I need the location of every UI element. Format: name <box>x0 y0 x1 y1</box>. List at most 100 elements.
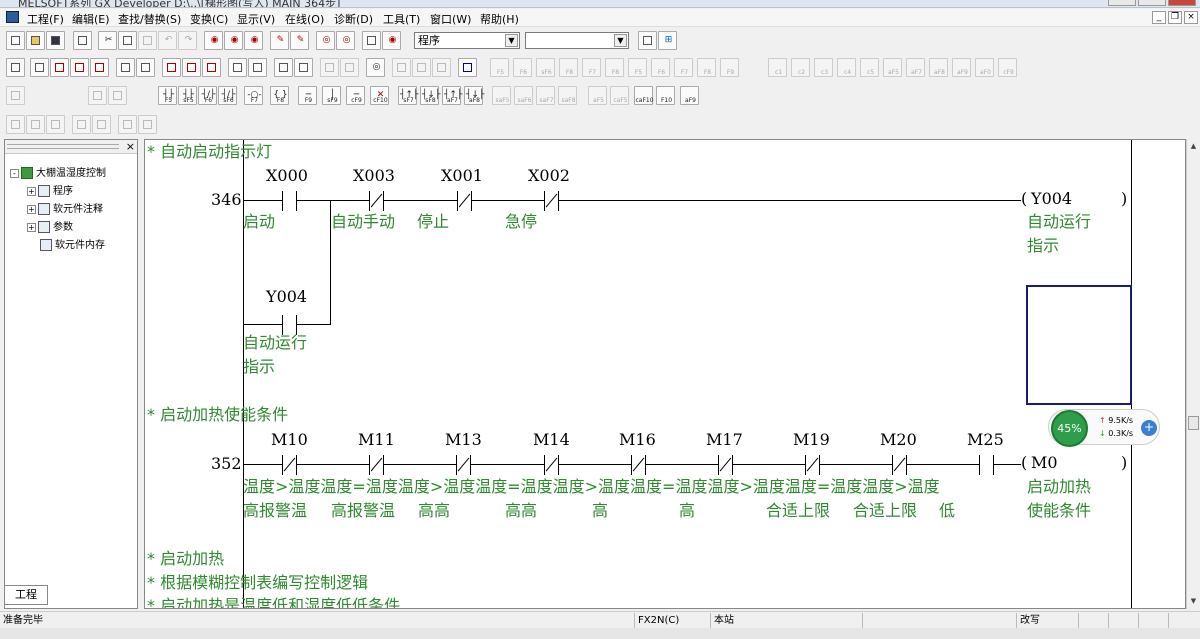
device-test-button[interactable] <box>116 58 135 77</box>
mdi-minimize-icon[interactable]: _ <box>1152 11 1166 24</box>
fkey-r2-14[interactable]: c4 <box>837 58 856 77</box>
fkey-r3-6[interactable]: ─ F9 <box>298 86 317 105</box>
ladder-editor[interactable]: * 自动启动指示灯 346 X000 启动 X003 自动手动 X001 停止 … <box>144 139 1186 609</box>
vertical-scrollbar[interactable]: ▲ ▼ <box>1186 139 1199 609</box>
contact-nc[interactable] <box>795 455 831 475</box>
fkey-r2-21[interactable]: cF9 <box>998 58 1017 77</box>
fkey-r2-11[interactable]: c1 <box>768 58 787 77</box>
find-device-button[interactable]: ◉ <box>204 31 223 50</box>
monitor-button[interactable]: ◎ <box>366 58 385 77</box>
expand-icon[interactable]: + <box>27 186 36 196</box>
fkey-r3-4[interactable]: -○- F7 <box>244 86 263 105</box>
minimize-button[interactable] <box>1108 0 1136 6</box>
network-speed-widget[interactable]: 45% ↑ 9.5K/s ↓ 0.3K/s + <box>1048 409 1160 447</box>
fkey-r2-0[interactable]: F5 <box>490 58 509 77</box>
contact-nc[interactable] <box>272 455 308 475</box>
maximize-button[interactable] <box>1138 0 1166 6</box>
output-coil[interactable]: ( Y004 ) <box>1021 189 1131 211</box>
fkey-r3-15[interactable]: saF6 <box>514 86 533 105</box>
contact-nc[interactable] <box>534 455 570 475</box>
tree-item-device-comment[interactable]: + 软元件注释 <box>27 200 103 215</box>
contact-nc[interactable] <box>359 191 395 211</box>
fkey-r2-8[interactable]: F7 <box>674 58 693 77</box>
fkey-r3-0[interactable]: ┤├ F5 <box>158 86 177 105</box>
copy-button[interactable] <box>118 31 137 50</box>
close-icon[interactable]: × <box>126 140 135 153</box>
monitor-stop-button[interactable]: ◎ <box>336 31 355 50</box>
fkey-r3-22[interactable]: aF9 <box>680 86 699 105</box>
edit-cursor[interactable] <box>1026 285 1132 405</box>
fkey-r2-10[interactable]: F9 <box>720 58 739 77</box>
ladder-statement-button[interactable] <box>70 58 89 77</box>
zoom-button[interactable] <box>248 58 267 77</box>
screen-button[interactable] <box>458 58 477 77</box>
fkey-b1[interactable] <box>392 58 411 77</box>
ladder-note-button[interactable] <box>90 58 109 77</box>
menu-view[interactable]: 显示(V) <box>237 11 275 27</box>
output-coil[interactable]: ( M0 ) <box>1021 453 1131 475</box>
paste-button[interactable] <box>138 31 157 50</box>
mdi-close-icon[interactable]: × <box>1184 11 1198 24</box>
fkey-r2-7[interactable]: F6 <box>651 58 670 77</box>
expand-plus-icon[interactable]: + <box>1141 420 1157 436</box>
contact-nc[interactable] <box>882 455 918 475</box>
fkey-r2-15[interactable]: c5 <box>860 58 879 77</box>
fkey-r3-18[interactable]: aF5 <box>588 86 607 105</box>
insert-row-button[interactable] <box>162 58 181 77</box>
redo-button[interactable]: ↷ <box>178 31 197 50</box>
fkey-r2-18[interactable]: aF8 <box>929 58 948 77</box>
tree-item-parameter[interactable]: + 参数 <box>27 218 73 233</box>
fkey-r2-6[interactable]: F5 <box>628 58 647 77</box>
undo-button[interactable]: ↶ <box>158 31 177 50</box>
write-mode-button[interactable] <box>294 58 313 77</box>
contact-no[interactable] <box>969 455 1005 475</box>
contact-nc[interactable] <box>446 455 482 475</box>
print-button[interactable] <box>73 31 92 50</box>
tool-r4-0[interactable] <box>6 115 25 134</box>
menu-tools[interactable]: 工具(T) <box>383 11 420 27</box>
save-file-button[interactable] <box>46 31 65 50</box>
insert-column-button[interactable] <box>202 58 221 77</box>
fkey-r2-4[interactable]: F7 <box>582 58 601 77</box>
fkey-r3-3[interactable]: ┤/├ sF6 <box>218 86 237 105</box>
monitor-start-button[interactable]: ◎ <box>316 31 335 50</box>
fkey-r3-20[interactable]: caF10 <box>634 86 654 105</box>
scroll-up-icon[interactable]: ▲ <box>1187 142 1200 150</box>
tool-r4-2[interactable] <box>46 115 65 134</box>
menu-find-replace[interactable]: 查找/替换(S) <box>118 11 181 27</box>
menu-diagnose[interactable]: 诊断(D) <box>334 11 373 27</box>
tool-r4-6[interactable] <box>138 115 157 134</box>
fkey-r3-9[interactable]: ✕ cF10 <box>370 86 389 105</box>
menu-online[interactable]: 在线(O) <box>285 11 324 27</box>
chevron-down-icon[interactable]: ▼ <box>614 34 627 47</box>
menu-project[interactable]: 工程(F) <box>27 11 64 27</box>
plc-read-button[interactable]: ✎ <box>290 31 309 50</box>
fkey-r2-12[interactable]: c2 <box>791 58 810 77</box>
contact-no[interactable] <box>272 315 308 335</box>
find-instruction-button[interactable]: ◉ <box>224 31 243 50</box>
menu-convert[interactable]: 变换(C) <box>190 11 228 27</box>
contact-nc[interactable] <box>534 191 570 211</box>
fkey-r2-19[interactable]: aF9 <box>952 58 971 77</box>
fkey-r3-16[interactable]: saF7 <box>536 86 555 105</box>
mdi-restore-icon[interactable]: ❐ <box>1168 11 1182 24</box>
cut-button[interactable]: ✂ <box>98 31 117 50</box>
tree-toggle-button[interactable]: ⊞ <box>658 31 677 50</box>
ladder-mode-button[interactable] <box>6 58 25 77</box>
contact-nc[interactable] <box>359 455 395 475</box>
fkey-r2-9[interactable]: F8 <box>697 58 716 77</box>
mode-switch-button[interactable] <box>136 58 155 77</box>
fkey-b3[interactable] <box>432 58 451 77</box>
tool-r4-4[interactable] <box>92 115 111 134</box>
contact-nc[interactable] <box>447 191 483 211</box>
fkey-r3-12[interactable]: ┤↑├ aF7 <box>442 86 462 105</box>
ladder-list-button[interactable] <box>30 58 49 77</box>
fkey-r3-5[interactable]: { } F8 <box>270 86 289 105</box>
fkey-r3-17[interactable]: saF8 <box>558 86 577 105</box>
find-contact-button[interactable]: ◉ <box>244 31 263 50</box>
new-file-button[interactable] <box>6 31 25 50</box>
fkey-r3-8[interactable]: ─ cF9 <box>346 86 365 105</box>
tab-project[interactable]: 工程 <box>4 585 48 605</box>
menu-edit[interactable]: 编辑(E) <box>72 11 110 27</box>
fkey-r3-7[interactable]: │ sF9 <box>322 86 341 105</box>
